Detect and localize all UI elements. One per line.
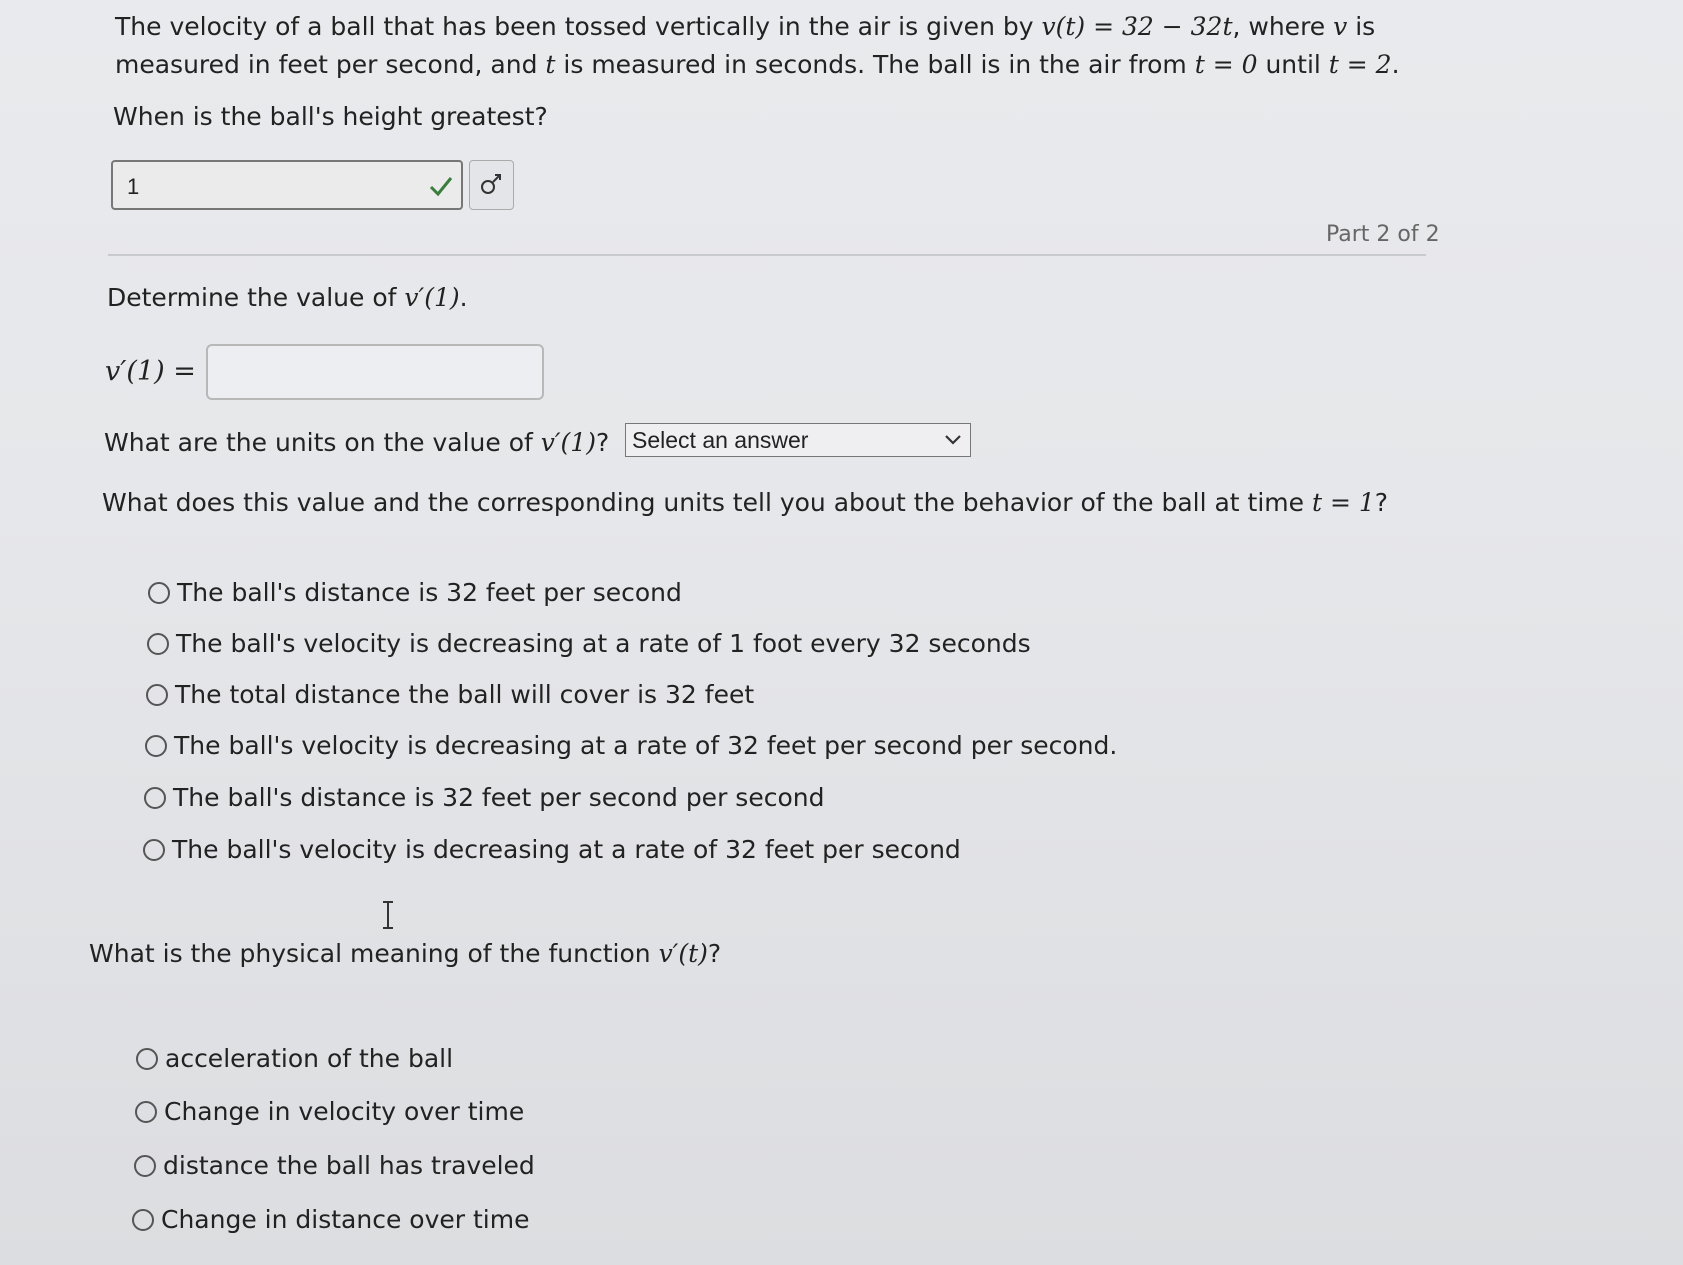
problem-line-2: measured in feet per second, and t is me… xyxy=(115,46,1475,84)
behavior-option[interactable]: The ball's velocity is decreasing at a r… xyxy=(147,629,1031,658)
radio-button[interactable] xyxy=(135,1100,157,1123)
intro-text: is xyxy=(1347,12,1376,41)
variable-v: v xyxy=(1333,12,1348,41)
variable-t: t xyxy=(545,50,556,79)
meaning-option[interactable]: Change in distance over time xyxy=(132,1205,529,1234)
time-end-equation: t = 2 xyxy=(1328,50,1392,79)
behavior-option[interactable]: The ball's velocity is decreasing at a r… xyxy=(143,835,961,864)
check-icon xyxy=(429,177,453,197)
option-label: Change in velocity over time xyxy=(164,1097,525,1126)
velocity-equation: v(t) = 32 − 32t xyxy=(1041,12,1233,41)
option-label: The ball's velocity is decreasing at a r… xyxy=(174,731,1118,760)
chevron-down-icon xyxy=(945,435,961,445)
behavior-question: What does this value and the correspondi… xyxy=(102,484,1388,522)
meaning-option[interactable]: Change in velocity over time xyxy=(135,1097,524,1126)
derivative-input-label: v′(1) = xyxy=(105,356,196,387)
intro-text: measured in feet per second, and xyxy=(115,50,546,79)
behavior-option[interactable]: The ball's velocity is decreasing at a r… xyxy=(145,731,1117,760)
part-indicator: Part 2 of 2 xyxy=(1326,222,1440,247)
radio-button[interactable] xyxy=(146,683,168,706)
meaning-question: What is the physical meaning of the func… xyxy=(89,935,721,973)
derivative-expression: v′(1) xyxy=(540,428,596,457)
behavior-option[interactable]: The ball's distance is 32 feet per secon… xyxy=(144,783,824,812)
radio-button[interactable] xyxy=(143,838,165,861)
select-value: Select an answer xyxy=(632,427,809,453)
section-divider xyxy=(108,254,1426,256)
behavior-option[interactable]: The total distance the ball will cover i… xyxy=(146,680,754,709)
behavior-option[interactable]: The ball's distance is 32 feet per secon… xyxy=(148,578,682,607)
option-label: acceleration of the ball xyxy=(165,1044,454,1073)
derivative-value-input[interactable] xyxy=(206,344,544,400)
radio-button[interactable] xyxy=(145,734,167,757)
radio-button[interactable] xyxy=(147,632,169,655)
determine-prompt: Determine the value of v′(1). xyxy=(107,279,468,317)
units-question: What are the units on the value of v′(1)… xyxy=(104,424,609,462)
radio-button[interactable] xyxy=(144,786,166,809)
option-label: The ball's velocity is decreasing at a r… xyxy=(176,629,1031,658)
question-height: When is the ball's height greatest? xyxy=(113,102,548,131)
option-label: The ball's velocity is decreasing at a r… xyxy=(172,835,961,864)
units-question-text: ? xyxy=(595,428,610,457)
radio-button[interactable] xyxy=(134,1154,156,1177)
option-label: The total distance the ball will cover i… xyxy=(175,680,755,709)
derivative-expression: v′(1) xyxy=(404,283,460,312)
answer-value: 1 xyxy=(127,174,140,199)
time-equation: t = 1 xyxy=(1312,488,1375,517)
text-cursor-icon xyxy=(383,901,393,929)
units-select[interactable]: Select an answer xyxy=(625,423,971,457)
problem-line-1: The velocity of a ball that has been tos… xyxy=(115,8,1475,46)
equation-preview-button[interactable] xyxy=(469,160,514,210)
derivative-function: v′(t) xyxy=(658,939,708,968)
meaning-option[interactable]: distance the ball has traveled xyxy=(134,1151,535,1180)
determine-text: . xyxy=(459,283,468,312)
option-label: The ball's distance is 32 feet per secon… xyxy=(177,578,682,607)
equation-preview-icon xyxy=(481,174,501,194)
determine-text: Determine the value of xyxy=(107,283,405,312)
meaning-option[interactable]: acceleration of the ball xyxy=(136,1044,453,1073)
intro-text: , where xyxy=(1232,12,1334,41)
intro-text: until xyxy=(1257,50,1329,79)
intro-text: The velocity of a ball that has been tos… xyxy=(115,12,1042,41)
option-label: distance the ball has traveled xyxy=(163,1151,535,1180)
intro-text: . xyxy=(1391,50,1400,79)
option-label: The ball's distance is 32 feet per secon… xyxy=(173,783,825,812)
option-label: Change in distance over time xyxy=(161,1205,530,1234)
radio-button[interactable] xyxy=(132,1208,154,1231)
time-start-equation: t = 0 xyxy=(1194,50,1258,79)
intro-text: is measured in seconds. The ball is in t… xyxy=(555,50,1195,79)
units-question-text: What are the units on the value of xyxy=(104,428,541,457)
meaning-question-text: What is the physical meaning of the func… xyxy=(89,939,659,968)
problem-statement: The velocity of a ball that has been tos… xyxy=(115,8,1475,84)
behavior-question-text: What does this value and the correspondi… xyxy=(102,488,1312,517)
behavior-question-text: ? xyxy=(1374,488,1389,517)
meaning-question-text: ? xyxy=(707,939,722,968)
radio-button[interactable] xyxy=(148,581,170,604)
radio-button[interactable] xyxy=(136,1047,158,1070)
answer-input-part1[interactable]: 1 xyxy=(111,160,463,210)
